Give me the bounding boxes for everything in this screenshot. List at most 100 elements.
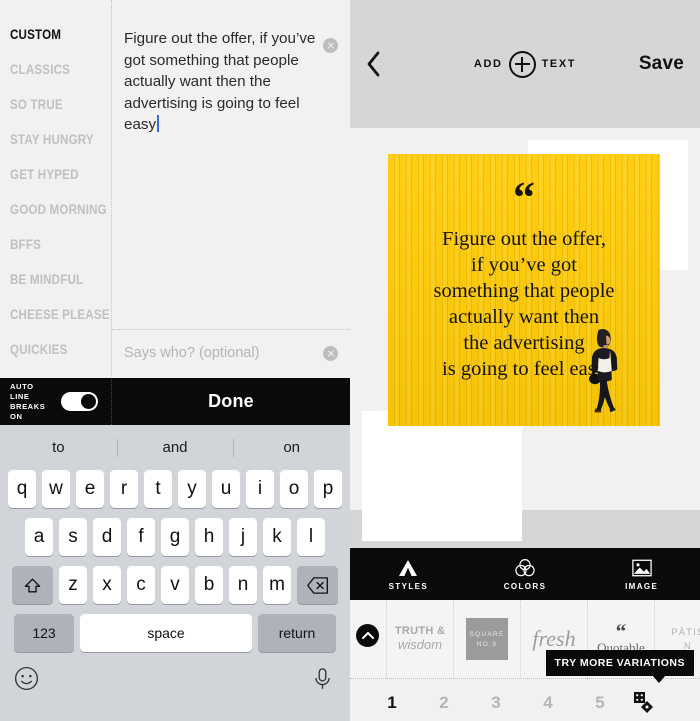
key-e[interactable]: e <box>76 470 104 508</box>
keyboard-row-2: asdfghjkl <box>0 518 350 556</box>
auto-line-breaks-toggle[interactable]: AUTO LINE BREAKS ON <box>0 378 112 425</box>
category-item[interactable]: SO TRUE <box>10 98 97 112</box>
category-item[interactable]: CHEESE PLEASE <box>10 308 109 322</box>
key-v[interactable]: v <box>161 566 189 604</box>
quote-input[interactable]: Figure out the offer, if you’ve got some… <box>112 0 350 330</box>
key-s[interactable]: s <box>59 518 87 556</box>
key-u[interactable]: u <box>212 470 240 508</box>
close-circle-icon[interactable] <box>323 346 338 361</box>
auto-line-breaks-label: AUTO LINE BREAKS ON <box>10 381 46 421</box>
style-thumb-2[interactable]: SQUARE NO.9 <box>454 600 521 678</box>
walking-person-photo <box>589 329 618 413</box>
key-d[interactable]: d <box>93 518 121 556</box>
tooltip-text: TRY MORE VARIATIONS <box>554 657 685 669</box>
key-g[interactable]: g <box>161 518 189 556</box>
keyboard-row-3-keys: zxcvbnm <box>59 566 291 604</box>
key-k[interactable]: k <box>263 518 291 556</box>
quote-input-text: Figure out the offer, if you’ve got some… <box>124 28 316 136</box>
microphone-icon[interactable] <box>310 666 336 692</box>
category-list[interactable]: CUSTOM CLASSICS SO TRUE STAY HUNGRY GET HYPE… <box>0 0 112 378</box>
key-m[interactable]: m <box>263 566 291 604</box>
try-more-variations-tooltip: TRY MORE VARIATIONS <box>545 650 694 683</box>
quote-input-value: Figure out the offer, if you’ve got some… <box>124 30 320 133</box>
space-key[interactable]: space <box>80 614 252 652</box>
venn-circles-icon <box>515 558 535 578</box>
style-thumb-2-art: SQUARE NO.9 <box>466 618 508 660</box>
app-root: CUSTOM CLASSICS SO TRUE STAY HUNGRY GET HYPE… <box>0 0 700 721</box>
page-selector[interactable]: 12345 <box>350 679 700 721</box>
category-item[interactable]: BFFS <box>10 238 97 252</box>
toggle-switch[interactable] <box>61 392 98 411</box>
category-item[interactable]: STAY HUNGRY <box>10 133 97 147</box>
back-chevron-icon[interactable] <box>366 51 382 77</box>
keyboard-bottom-row <box>0 662 350 692</box>
editor-area: CUSTOM CLASSICS SO TRUE STAY HUNGRY GET HYPE… <box>0 0 350 378</box>
key-q[interactable]: q <box>8 470 36 508</box>
backspace-icon[interactable] <box>297 566 338 604</box>
tab-colors[interactable]: COLORS <box>467 558 584 591</box>
style-thumbnail-strip[interactable]: TRUTH & wisdom SQUARE NO.9 fresh “ Quota… <box>350 600 700 683</box>
author-placeholder: Says who? (optional) <box>124 345 260 361</box>
tab-styles[interactable]: STYLES <box>350 558 467 591</box>
suggestion-item[interactable]: on <box>233 439 350 456</box>
tab-image-label: IMAGE <box>625 581 659 591</box>
key-z[interactable]: z <box>59 566 87 604</box>
key-x[interactable]: x <box>93 566 121 604</box>
page-number[interactable]: 3 <box>470 693 522 713</box>
key-j[interactable]: j <box>229 518 257 556</box>
category-item[interactable]: QUICKIES <box>10 343 97 357</box>
key-t[interactable]: t <box>144 470 172 508</box>
key-w[interactable]: w <box>42 470 70 508</box>
key-r[interactable]: r <box>110 470 138 508</box>
key-f[interactable]: f <box>127 518 155 556</box>
key-b[interactable]: b <box>195 566 223 604</box>
style-thumb-1[interactable]: TRUTH & wisdom <box>387 600 454 678</box>
quote-editor-pane: CUSTOM CLASSICS SO TRUE STAY HUNGRY GET HYPE… <box>0 0 350 721</box>
category-item[interactable]: CUSTOM <box>10 28 97 42</box>
page-number[interactable]: 2 <box>418 693 470 713</box>
numbers-key[interactable]: 123 <box>14 614 74 652</box>
close-circle-icon[interactable] <box>323 38 338 53</box>
key-c[interactable]: c <box>127 566 155 604</box>
toggle-knob <box>81 394 96 409</box>
category-item[interactable]: CLASSICS <box>10 63 97 77</box>
suggestion-item[interactable]: and <box>117 439 234 456</box>
picture-icon <box>631 558 652 578</box>
done-button[interactable]: Done <box>112 391 350 412</box>
tab-image[interactable]: IMAGE <box>583 558 700 591</box>
plus-circle-icon[interactable] <box>508 50 536 78</box>
key-n[interactable]: n <box>229 566 257 604</box>
category-item[interactable]: BE MINDFUL <box>10 273 97 287</box>
text-column: Figure out the offer, if you’ve got some… <box>112 0 350 378</box>
style-toolbar: STYLES COLORS IMAGE <box>350 548 700 600</box>
tooltip-arrow <box>652 675 666 683</box>
author-input[interactable]: Says who? (optional) <box>112 330 350 378</box>
category-item[interactable]: GOOD MORNING <box>10 203 107 217</box>
tab-styles-label: STYLES <box>388 581 429 591</box>
suggestion-item[interactable]: to <box>0 439 117 456</box>
quote-card[interactable]: “ Figure out the offer, if you’ve got so… <box>388 154 660 426</box>
page-number[interactable]: 1 <box>366 693 418 713</box>
save-button[interactable]: Save <box>639 53 684 75</box>
shift-arrow-icon[interactable] <box>12 566 53 604</box>
dice-shuffle-icon[interactable] <box>626 690 660 716</box>
page-number[interactable]: 5 <box>574 693 626 713</box>
key-o[interactable]: o <box>280 470 308 508</box>
style-thumb-5-line1: PÂTIS <box>671 626 700 637</box>
key-l[interactable]: l <box>297 518 325 556</box>
page-number[interactable]: 4 <box>522 693 574 713</box>
tab-colors-label: COLORS <box>503 581 547 591</box>
key-h[interactable]: h <box>195 518 223 556</box>
style-thumb-3-line1: fresh <box>532 626 576 651</box>
chevron-up-circle-icon[interactable] <box>356 624 379 647</box>
return-key[interactable]: return <box>258 614 336 652</box>
key-p[interactable]: p <box>314 470 342 508</box>
category-item[interactable]: GET HYPED <box>10 168 97 182</box>
keyboard-row-1: qwertyuiop <box>0 470 350 508</box>
key-y[interactable]: y <box>178 470 206 508</box>
emoji-smiley-icon[interactable] <box>14 666 40 692</box>
key-a[interactable]: a <box>25 518 53 556</box>
add-label: ADD <box>473 58 503 70</box>
key-i[interactable]: i <box>246 470 274 508</box>
text-caret <box>157 115 160 132</box>
